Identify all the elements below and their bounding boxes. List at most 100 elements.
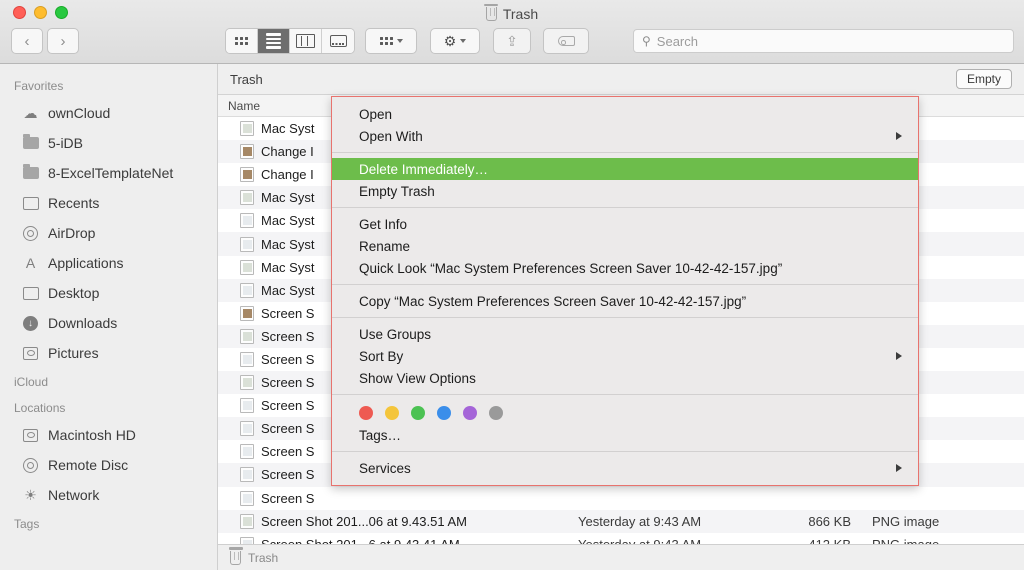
back-button[interactable]: ‹ <box>11 28 43 54</box>
folder-icon <box>22 135 39 152</box>
sidebar-item-macintosh-hd[interactable]: Macintosh HD <box>0 420 217 450</box>
tag-color-gray-icon[interactable] <box>489 406 503 420</box>
context-menu[interactable]: Open Open With Delete Immediately… Empty Tr… <box>331 96 919 486</box>
sidebar-item-label: AirDrop <box>48 225 95 241</box>
menu-item-label: Sort By <box>359 349 403 364</box>
forward-button[interactable]: › <box>47 28 79 54</box>
menu-item[interactable]: Quick Look “Mac System Preferences Scree… <box>332 257 918 279</box>
tag-icon <box>558 36 575 46</box>
menu-item-label: Show View Options <box>359 371 476 386</box>
grid-icon <box>235 37 248 45</box>
disc-icon <box>22 457 39 474</box>
menu-item-label: Open With <box>359 129 423 144</box>
clock-icon <box>22 195 39 212</box>
menu-item[interactable]: Use Groups <box>332 323 918 345</box>
sidebar-item-label: Macintosh HD <box>48 427 136 443</box>
sidebar-item-pictures[interactable]: Pictures <box>0 338 217 368</box>
sidebar-item-owncloud[interactable]: ☁ ownCloud <box>0 98 217 128</box>
jpg-file-icon <box>240 260 254 275</box>
pictures-icon <box>22 345 39 362</box>
menu-item[interactable]: Rename <box>332 235 918 257</box>
titlebar: Trash ‹ › ⚙ <box>0 0 1024 64</box>
empty-trash-button[interactable]: Empty <box>956 69 1012 89</box>
jpg-file-icon <box>240 121 254 136</box>
photo-file-icon <box>240 167 254 182</box>
table-row[interactable]: Screen Shot 201...06 at 9.43.51 AM Yester… <box>218 510 1024 533</box>
downloads-icon: ↓ <box>22 315 39 332</box>
finder-window: Trash ‹ › ⚙ <box>0 0 1024 570</box>
menu-item[interactable]: Tags… <box>332 424 918 446</box>
sidebar-item-label: Network <box>48 487 99 503</box>
gallery-view-button[interactable] <box>322 29 354 53</box>
tag-color-purple-icon[interactable] <box>463 406 477 420</box>
file-name: Screen Shot 201...06 at 9.43.51 AM <box>261 514 571 529</box>
jpg-file-icon <box>240 514 254 529</box>
gear-icon: ⚙ <box>444 34 457 48</box>
column-header-name[interactable]: Name <box>228 99 260 113</box>
share-icon: ⇪ <box>506 34 518 48</box>
sidebar-item-downloads[interactable]: ↓ Downloads <box>0 308 217 338</box>
menu-item[interactable]: Services <box>332 457 918 479</box>
menu-item-label: Rename <box>359 239 410 254</box>
menu-item-label: Tags… <box>359 428 401 443</box>
sidebar-item-network[interactable]: ☀ Network <box>0 480 217 510</box>
sidebar-item-desktop[interactable]: Desktop <box>0 278 217 308</box>
menu-item[interactable]: Get Info <box>332 213 918 235</box>
file-name: Screen S <box>261 491 571 506</box>
sidebar-header-tags: Tags <box>0 510 217 536</box>
cloud-icon: ☁ <box>22 105 39 122</box>
share-button[interactable]: ⇪ <box>493 28 531 54</box>
network-icon: ☀ <box>22 487 39 504</box>
file-size: 866 KB <box>773 514 865 529</box>
group-by-button[interactable] <box>365 28 417 54</box>
menu-item[interactable]: Copy “Mac System Preferences Screen Save… <box>332 290 918 312</box>
tags-button[interactable] <box>543 28 589 54</box>
menu-item[interactable]: Open <box>332 103 918 125</box>
sidebar-item-label: 5-iDB <box>48 135 83 151</box>
sidebar-item-airdrop[interactable]: AirDrop <box>0 218 217 248</box>
icon-view-button[interactable] <box>226 29 258 53</box>
column-view-button[interactable] <box>290 29 322 53</box>
sidebar-item-label: Recents <box>48 195 99 211</box>
menu-item-label: Delete Immediately… <box>359 162 488 177</box>
sidebar-item-8-exceltemplatenet[interactable]: 8-ExcelTemplateNet <box>0 158 217 188</box>
chevron-left-icon: ‹ <box>25 34 30 49</box>
table-row[interactable]: Screen S <box>218 487 1024 510</box>
file-date: Yesterday at 9:43 AM <box>578 514 766 529</box>
sidebar-item-5-idb[interactable]: 5-iDB <box>0 128 217 158</box>
doc-file-icon <box>240 467 254 482</box>
location-header: Trash Empty <box>218 64 1024 95</box>
menu-item[interactable]: Delete Immediately… <box>332 158 918 180</box>
trash-icon <box>230 551 241 565</box>
jpg-file-icon <box>240 190 254 205</box>
submenu-arrow-icon <box>896 132 902 140</box>
action-gear-button[interactable]: ⚙ <box>430 28 480 54</box>
desktop-icon <box>22 285 39 302</box>
gallery-icon <box>330 35 347 47</box>
sidebar-item-recents[interactable]: Recents <box>0 188 217 218</box>
menu-item[interactable]: Empty Trash <box>332 180 918 202</box>
sidebar-item-label: Downloads <box>48 315 117 331</box>
tag-color-row[interactable] <box>332 400 918 424</box>
search-placeholder: Search <box>657 34 698 49</box>
tag-color-red-icon[interactable] <box>359 406 373 420</box>
tag-color-yellow-icon[interactable] <box>385 406 399 420</box>
sidebar-item-applications[interactable]: A Applications <box>0 248 217 278</box>
sidebar-header-icloud: iCloud <box>0 368 217 394</box>
status-text: Trash <box>248 551 278 565</box>
sidebar-item-remote-disc[interactable]: Remote Disc <box>0 450 217 480</box>
menu-item[interactable]: Open With <box>332 125 918 147</box>
doc-file-icon <box>240 444 254 459</box>
list-view-button[interactable] <box>258 29 290 53</box>
search-field[interactable]: ⚲ Search <box>633 29 1014 53</box>
navigation-buttons: ‹ › <box>11 28 79 54</box>
menu-item[interactable]: Show View Options <box>332 367 918 389</box>
harddisk-icon <box>22 427 39 444</box>
window-title-text: Trash <box>503 6 538 22</box>
sidebar-header-locations: Locations <box>0 394 217 420</box>
tag-color-blue-icon[interactable] <box>437 406 451 420</box>
menu-item[interactable]: Sort By <box>332 345 918 367</box>
sidebar-item-label: Remote Disc <box>48 457 128 473</box>
menu-item-label: Copy “Mac System Preferences Screen Save… <box>359 294 746 309</box>
tag-color-green-icon[interactable] <box>411 406 425 420</box>
